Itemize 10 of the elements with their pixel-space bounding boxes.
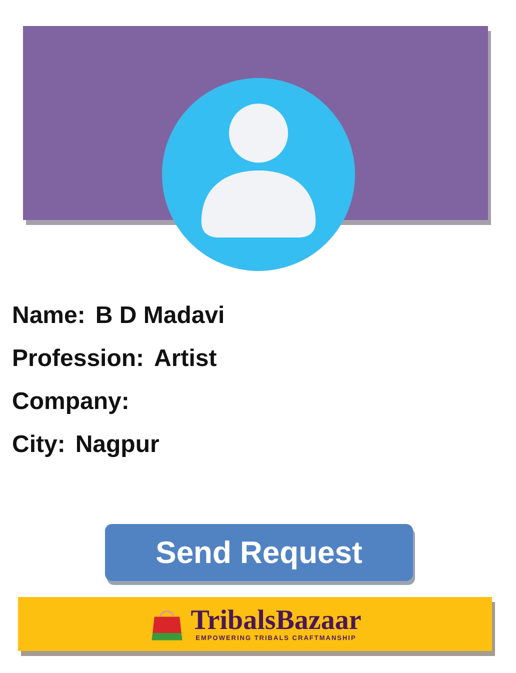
field-label: Company: <box>12 388 130 416</box>
field-label: City: <box>12 431 66 459</box>
user-avatar-icon <box>160 76 357 273</box>
brand-name: TribalsBazaar <box>190 606 362 634</box>
field-value: B D Madavi <box>95 302 225 330</box>
field-label: Profession: <box>12 345 144 373</box>
field-label: Name: <box>12 302 86 330</box>
send-request-button[interactable]: Send Request <box>105 524 413 581</box>
field-value: Artist <box>154 345 217 373</box>
field-value: Nagpur <box>75 431 160 459</box>
